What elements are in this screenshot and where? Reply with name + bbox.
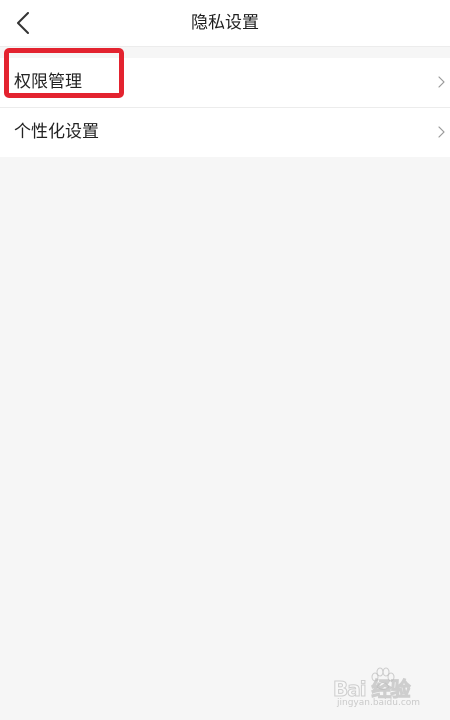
list-item-label: 个性化设置 — [14, 122, 99, 142]
list-item-personalization-settings[interactable]: 个性化设置 — [0, 107, 450, 157]
privacy-settings-list: 权限管理 个性化设置 — [0, 58, 450, 157]
watermark-url: jingyan.baidu.com — [337, 698, 421, 708]
top-navigation-bar: 隐私设置 — [0, 0, 450, 47]
page-title: 隐私设置 — [191, 13, 259, 33]
baidu-jingyan-watermark: Bai 经验 jingyan.baidu.com — [333, 667, 443, 712]
chevron-right-icon — [438, 76, 445, 88]
list-item-label: 权限管理 — [14, 72, 82, 92]
list-item-permission-management[interactable]: 权限管理 — [0, 58, 450, 107]
chevron-right-icon — [438, 126, 445, 138]
paw-logo-icon — [371, 667, 395, 690]
